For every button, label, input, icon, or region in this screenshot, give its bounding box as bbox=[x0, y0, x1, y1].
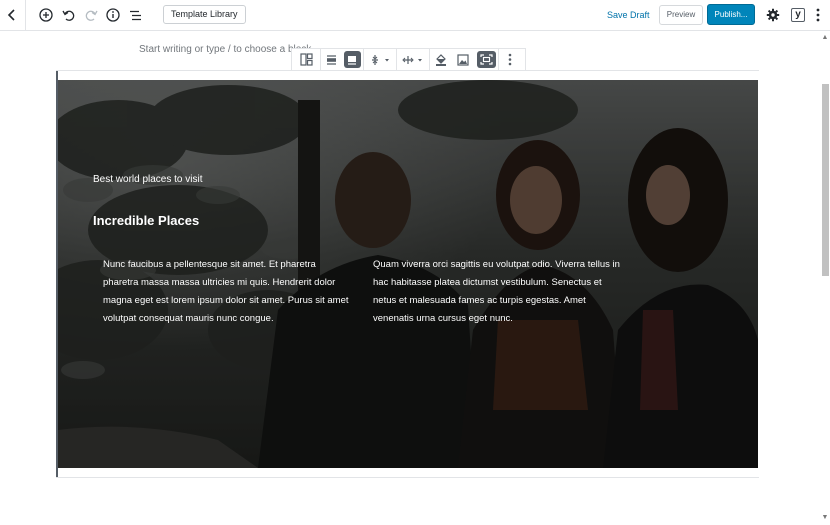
yoast-letter: y bbox=[791, 8, 805, 22]
align-full-icon[interactable] bbox=[341, 49, 363, 70]
save-draft-button[interactable]: Save Draft bbox=[607, 10, 650, 20]
settings-gear-icon[interactable] bbox=[764, 6, 782, 24]
cover-eyebrow-text[interactable]: Best world places to visit bbox=[93, 174, 203, 185]
align-wide-icon[interactable] bbox=[321, 49, 341, 70]
vertical-align-dropdown-icon[interactable] bbox=[364, 49, 396, 70]
header-divider bbox=[25, 0, 26, 31]
block-placeholder[interactable]: Start writing or type / to choose a bloc… bbox=[139, 44, 311, 55]
back-chevron-icon[interactable] bbox=[3, 6, 21, 24]
info-icon[interactable] bbox=[104, 6, 122, 24]
overlay-color-icon[interactable] bbox=[430, 49, 452, 70]
block-more-options-icon[interactable] bbox=[499, 49, 521, 70]
editor-header: Template Library Save Draft Preview Publ… bbox=[0, 0, 830, 31]
more-options-icon[interactable] bbox=[812, 6, 824, 24]
scrollbar-thumb[interactable] bbox=[822, 84, 829, 276]
block-toolbar bbox=[291, 48, 526, 71]
block-outline-bottom bbox=[56, 477, 759, 478]
cover-column-left[interactable]: Nunc faucibus a pellentesque sit amet. E… bbox=[103, 256, 353, 328]
publish-button[interactable]: Publish... bbox=[707, 4, 755, 25]
content-position-dropdown-icon[interactable] bbox=[397, 49, 429, 70]
block-navigation-icon[interactable] bbox=[126, 6, 144, 24]
undo-icon[interactable] bbox=[59, 6, 77, 24]
yoast-seo-icon[interactable]: y bbox=[789, 6, 807, 24]
block-switcher-icon[interactable] bbox=[292, 49, 320, 70]
template-library-button[interactable]: Template Library bbox=[163, 5, 246, 24]
add-block-icon[interactable] bbox=[37, 6, 55, 24]
replace-image-icon[interactable] bbox=[452, 49, 474, 70]
redo-icon[interactable] bbox=[82, 6, 100, 24]
scroll-down-arrow-icon[interactable]: ▼ bbox=[820, 513, 830, 523]
scroll-up-arrow-icon[interactable]: ▲ bbox=[820, 33, 830, 43]
cover-heading[interactable]: Incredible Places bbox=[93, 213, 199, 228]
full-height-toggle-icon[interactable] bbox=[474, 49, 498, 70]
preview-button[interactable]: Preview bbox=[659, 5, 703, 25]
cover-column-right[interactable]: Quam viverra orci sagittis eu volutpat o… bbox=[373, 256, 623, 328]
